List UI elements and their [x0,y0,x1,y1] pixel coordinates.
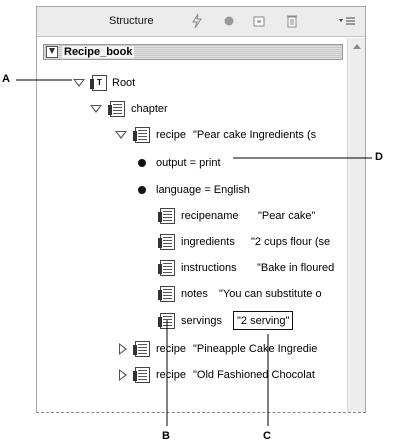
callout-d: D [375,151,383,163]
recipe-text: "Old Fashioned Chocolat [193,369,315,381]
book-collapse-icon[interactable] [46,46,58,58]
callout-c: C [263,430,271,442]
child-text: "Pear cake" [258,210,316,222]
element-icon [133,367,150,383]
root-element-icon: T [90,75,107,91]
trash-icon[interactable] [284,13,300,29]
child-text: "Bake in floured [257,262,335,274]
element-icon [108,101,125,117]
vertical-scrollbar[interactable] [347,38,365,412]
circle-icon[interactable] [221,13,237,29]
element-icon [158,260,175,276]
element-icon [158,286,175,302]
tree-row-servings[interactable]: servings "2 serving" [37,311,347,330]
element-icon [133,127,150,143]
tree-row-attribute[interactable]: output = print [37,154,337,172]
root-label: Root [112,77,136,89]
expand-triangle-icon[interactable] [115,131,127,139]
collapse-triangle-icon[interactable] [119,369,127,381]
child-name: notes [181,288,208,300]
tree-row-ingredients[interactable]: ingredients "2 cups flour (se [37,233,347,251]
element-icon [158,208,175,224]
lightning-icon[interactable] [189,13,205,29]
recipe-label: recipe [156,369,186,381]
book-label: Recipe_book [62,46,135,58]
tree-row-instructions[interactable]: instructions "Bake in floured [37,259,347,277]
structure-tree: Recipe_book T Root chapter recipe "Pear … [37,38,347,412]
panel-toolbar: Structure [37,7,365,37]
recipe-text: "Pear cake Ingredients (s [193,129,317,141]
callout-b: B [162,430,170,442]
chapter-label: chapter [131,103,168,115]
expand-triangle-icon[interactable] [73,79,85,87]
tree-row-recipe[interactable]: recipe "Pear cake Ingredients (s [37,126,347,144]
child-text: "2 cups flour (se [251,236,331,248]
tree-row-recipename[interactable]: recipename "Pear cake" [37,207,347,225]
recipe-label: recipe [156,129,186,141]
tree-row-notes[interactable]: notes "You can substitute o [37,285,347,303]
child-name: recipename [181,210,239,222]
element-icon [133,341,150,357]
panel-title: Structure [109,15,154,27]
attribute-dot-icon [138,186,146,194]
attribute-language: language = English [156,184,250,196]
tree-row-attribute[interactable]: language = English [37,181,337,199]
collapse-triangle-icon[interactable] [119,343,127,355]
expand-triangle-icon[interactable] [90,105,102,113]
panel-bottom-dotted-edge [36,412,366,413]
tree-row-recipe[interactable]: recipe "Pineapple Cake Ingredie [37,340,347,358]
callout-a: A [2,73,10,85]
window-icon[interactable] [251,13,267,29]
tree-row-chapter[interactable]: chapter [37,100,337,118]
element-icon [158,313,175,329]
scroll-up-arrow-icon[interactable] [353,44,361,49]
child-text: "You can substitute o [219,288,322,300]
element-icon [158,234,175,250]
recipe-label: recipe [156,343,186,355]
structure-panel: Structure Recipe_book T Root chapter rec… [36,6,366,412]
child-name: instructions [181,262,237,274]
tree-row-recipe[interactable]: recipe "Old Fashioned Chocolat [37,366,347,384]
book-header[interactable]: Recipe_book [43,44,343,60]
tree-row-root[interactable]: T Root [37,74,337,92]
panel-menu-icon[interactable] [337,13,361,29]
child-name: ingredients [181,236,235,248]
attribute-dot-icon [138,159,146,167]
child-text-highlighted: "2 serving" [233,311,294,330]
attribute-output: output = print [156,157,221,169]
recipe-text: "Pineapple Cake Ingredie [193,343,318,355]
child-name: servings [181,315,222,327]
